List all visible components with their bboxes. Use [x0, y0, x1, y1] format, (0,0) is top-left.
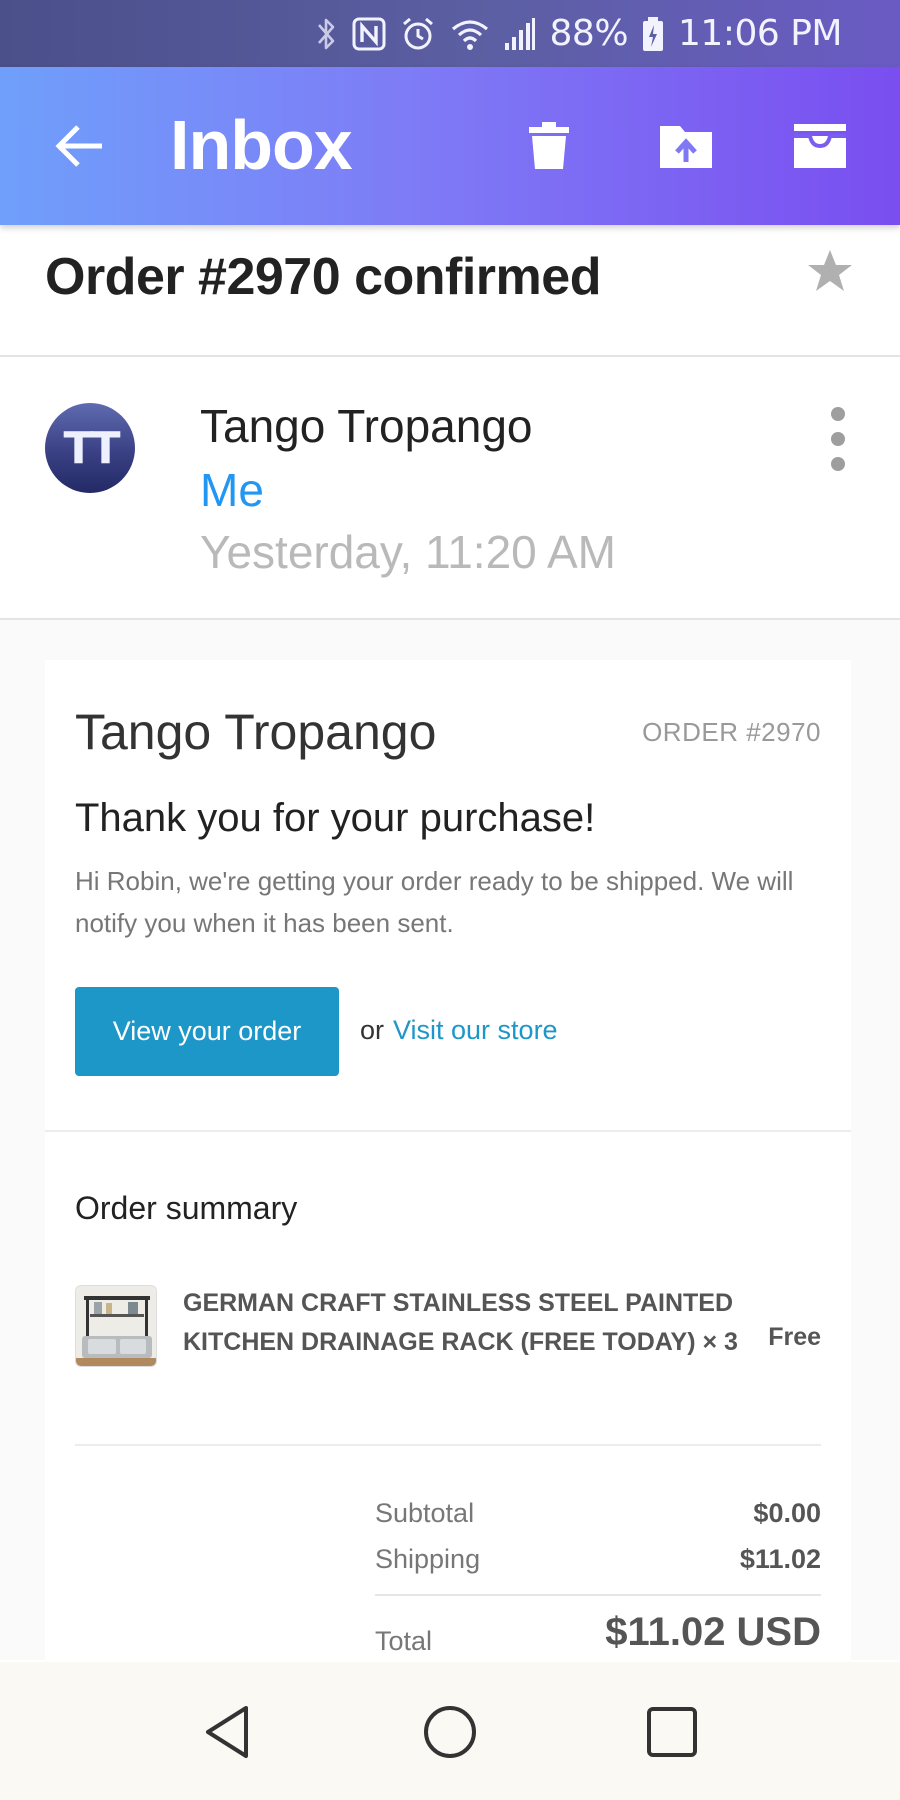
- star-icon[interactable]: [806, 247, 854, 295]
- divider: [45, 1130, 851, 1132]
- visit-store-link[interactable]: Visit our store: [393, 1015, 558, 1046]
- battery-icon: [642, 14, 664, 54]
- product-price: Free: [768, 1323, 821, 1351]
- view-order-button[interactable]: View your order: [75, 987, 339, 1076]
- email-subject: Order #2970 confirmed: [45, 248, 601, 306]
- subtotal-label: Subtotal: [375, 1498, 475, 1528]
- product-thumbnail: [75, 1285, 157, 1367]
- divider: [75, 1444, 821, 1446]
- thanks-heading: Thank you for your purchase!: [75, 796, 596, 840]
- archive-icon[interactable]: [789, 115, 851, 177]
- clock: 11:06 PM: [678, 13, 842, 54]
- status-bar: 88% 11:06 PM: [0, 0, 900, 67]
- move-to-folder-icon[interactable]: [655, 115, 717, 177]
- shop-name: Tango Tropango: [75, 704, 437, 760]
- sender-row: TT Tango Tropango Me Yesterday, 11:20 AM: [0, 357, 900, 620]
- recents-square-icon[interactable]: [642, 1702, 702, 1762]
- delete-icon[interactable]: [518, 115, 580, 177]
- shipping-label: Shipping: [375, 1544, 481, 1574]
- or-text: or: [360, 1015, 385, 1045]
- total-value: $11.02 USD: [605, 1610, 821, 1654]
- avatar-initials: TT: [63, 422, 120, 474]
- app-bar: Inbox: [0, 67, 900, 225]
- shipping-value: $11.02: [739, 1544, 821, 1574]
- recipient-name[interactable]: Me: [200, 463, 264, 517]
- alarm-icon: [400, 14, 436, 54]
- home-circle-icon[interactable]: [420, 1702, 480, 1762]
- order-summary-title: Order summary: [75, 1190, 298, 1226]
- order-message: Hi Robin, we're getting your order ready…: [75, 866, 794, 938]
- back-triangle-icon[interactable]: [197, 1702, 257, 1762]
- signal-icon: [504, 14, 536, 54]
- wifi-icon: [450, 14, 490, 54]
- more-options-icon[interactable]: [828, 407, 848, 471]
- order-card: Tango Tropango ORDER #2970 Thank you for…: [45, 660, 851, 1660]
- product-name: GERMAN CRAFT STAINLESS STEEL PAINTED KIT…: [183, 1289, 738, 1356]
- subtotal-row: Subtotal $0.00: [375, 1498, 821, 1529]
- nfc-icon: [352, 14, 386, 54]
- battery-percent: 88%: [549, 13, 629, 54]
- back-arrow-icon[interactable]: [52, 121, 108, 171]
- sender-name: Tango Tropango: [200, 400, 533, 452]
- email-subject-row: Order #2970 confirmed: [0, 225, 900, 357]
- navigation-bar: [0, 1662, 900, 1800]
- divider: [375, 1594, 821, 1596]
- bluetooth-icon: [316, 14, 338, 54]
- page-title: Inbox: [170, 106, 353, 184]
- subtotal-value: $0.00: [753, 1498, 821, 1528]
- total-label: Total: [375, 1626, 433, 1656]
- order-number: ORDER #2970: [642, 717, 821, 747]
- email-screen: 88% 11:06 PM Inbox Order #2970 confirmed…: [0, 0, 900, 1800]
- avatar[interactable]: TT: [45, 403, 135, 493]
- email-body: Tango Tropango ORDER #2970 Thank you for…: [0, 620, 900, 1660]
- email-date: Yesterday, 11:20 AM: [200, 526, 616, 578]
- shipping-row: Shipping $11.02: [375, 1544, 821, 1575]
